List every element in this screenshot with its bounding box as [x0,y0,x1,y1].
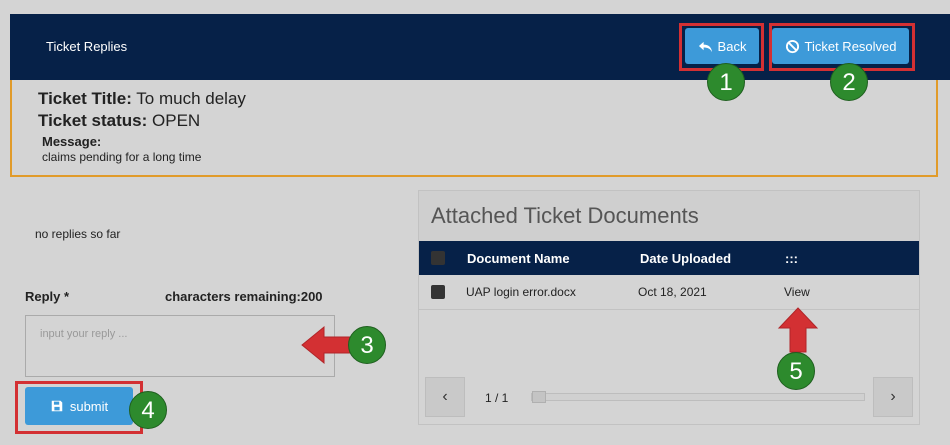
page-title: Ticket Replies [46,39,128,54]
annotation-badge-2: 2 [830,63,868,101]
reply-input[interactable] [25,315,335,377]
pager-scrollbar[interactable] [531,391,865,403]
page-indicator: 1 / 1 [485,391,509,405]
chevron-right-icon[interactable]: › [873,377,913,417]
document-date: Oct 18, 2021 [638,285,707,299]
document-name: UAP login error.docx [466,285,576,299]
documents-title: Attached Ticket Documents [419,191,919,241]
view-link[interactable]: View [784,285,810,299]
reply-label: Reply * [25,289,70,304]
ticket-info-panel: Ticket Title: To much delay Ticket statu… [10,80,938,177]
ticket-status-value: OPEN [152,111,201,130]
annotation-badge-1: 1 [707,63,745,101]
select-all-checkbox[interactable] [431,251,445,265]
message-text: claims pending for a long time [42,150,202,164]
submit-button[interactable]: submit [25,387,133,425]
pagination: ‹ 1 / 1 › [419,377,919,417]
ticket-title-value: To much delay [136,89,246,108]
save-icon [51,400,63,412]
column-date-uploaded: Date Uploaded [640,251,732,266]
no-replies-text: no replies so far [35,227,121,241]
message-label: Message: [42,134,102,149]
submit-label: submit [69,398,109,414]
column-document-name: Document Name [467,251,570,266]
ticket-title-line: Ticket Title: To much delay [38,89,246,109]
scrollbar-thumb[interactable] [532,391,546,403]
row-checkbox[interactable] [431,285,445,299]
table-row: UAP login error.docx Oct 18, 2021 View [419,275,919,310]
attached-documents-panel: Attached Ticket Documents Document Name … [418,190,920,425]
ticket-status-line: Ticket status: OPEN [38,111,200,131]
ticket-title-label: Ticket Title: [38,89,132,108]
chevron-left-icon[interactable]: ‹ [425,377,465,417]
annotation-badge-5: 5 [777,352,815,390]
characters-remaining: characters remaining:200 [165,289,323,304]
annotation-badge-4: 4 [129,391,167,429]
documents-table-header: Document Name Date Uploaded ::: [419,241,919,275]
annotation-arrow-5 [777,307,819,353]
column-actions: ::: [785,251,798,266]
ticket-status-label: Ticket status: [38,111,148,130]
annotation-badge-3: 3 [348,326,386,364]
